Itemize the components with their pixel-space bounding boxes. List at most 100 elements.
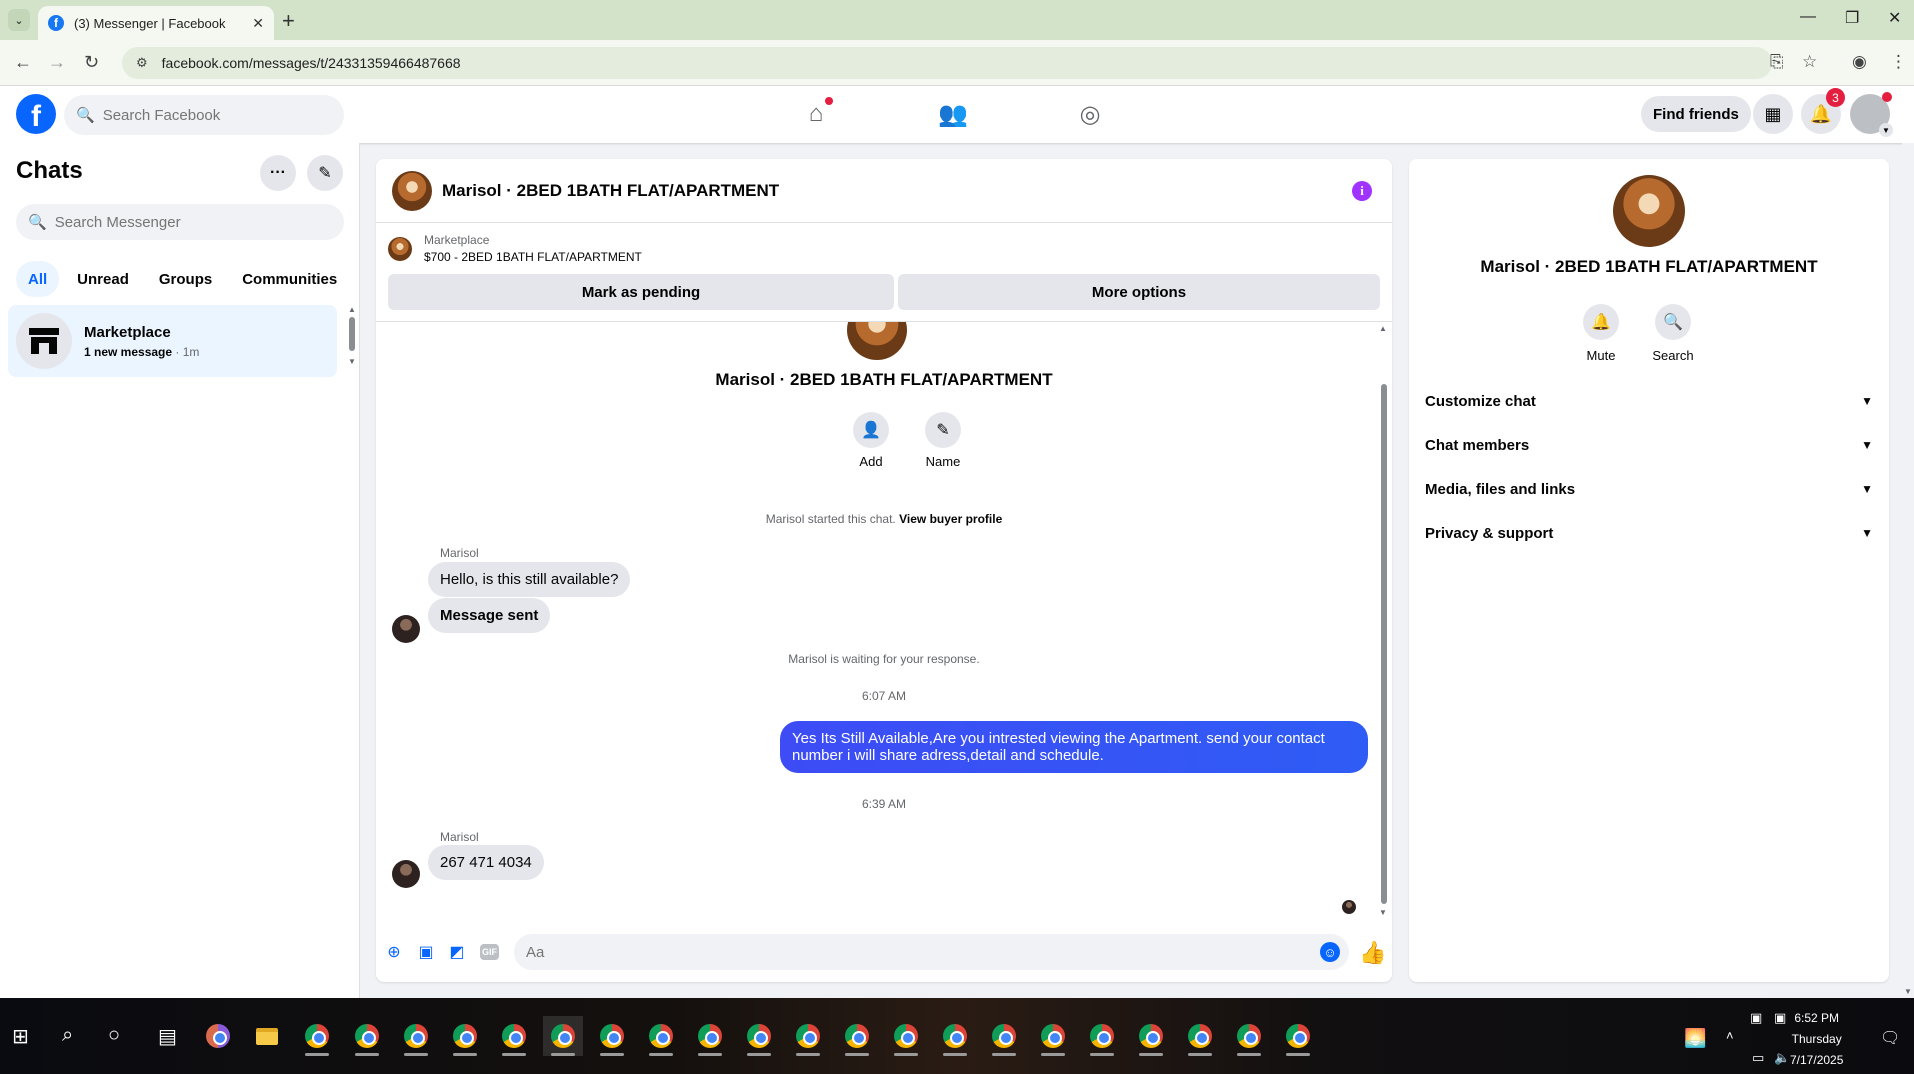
page-scrollbar[interactable]: ▼: [1902, 143, 1914, 998]
emoji-icon[interactable]: ☺: [1320, 942, 1340, 962]
back-icon[interactable]: ←: [14, 52, 32, 73]
chrome-icon[interactable]: [445, 1016, 485, 1056]
facebook-search-input[interactable]: [102, 106, 323, 124]
profile-icon[interactable]: ◉: [1852, 52, 1867, 72]
info-avatar[interactable]: [1613, 175, 1685, 247]
view-buyer-profile-link[interactable]: View buyer profile: [899, 512, 1002, 526]
notification-center-icon[interactable]: 🗨: [1880, 1028, 1900, 1048]
chrome-icon[interactable]: [1082, 1016, 1122, 1056]
chrome-icon[interactable]: [297, 1016, 337, 1056]
reload-icon[interactable]: ↻: [84, 52, 99, 73]
tray-app-icon[interactable]: ▣: [1774, 1010, 1786, 1026]
find-friends-button[interactable]: Find friends: [1641, 96, 1751, 132]
chevron-up-icon[interactable]: ˄: [1726, 1028, 1734, 1043]
media-files-links-section[interactable]: Media, files and links ▼: [1425, 467, 1873, 511]
chrome-icon[interactable]: [641, 1016, 681, 1056]
tray-app-icon[interactable]: ▣: [1750, 1010, 1762, 1026]
mark-as-pending-button[interactable]: Mark as pending: [388, 274, 894, 310]
chrome-icon[interactable]: [1229, 1016, 1269, 1056]
chrome-icon[interactable]: [1278, 1016, 1318, 1056]
message-scrollbar[interactable]: ▲ ▼: [1378, 322, 1390, 922]
gif-icon[interactable]: GIF: [480, 944, 499, 960]
window-close-icon[interactable]: ✕: [1888, 8, 1901, 28]
chrome-icon[interactable]: [494, 1016, 534, 1056]
sender-avatar[interactable]: [392, 615, 420, 643]
add-person-button[interactable]: 👤 Add: [841, 412, 901, 469]
messenger-search[interactable]: 🔍: [16, 204, 344, 240]
groups-icon[interactable]: ◎: [1073, 99, 1107, 129]
chrome-icon[interactable]: [543, 1016, 583, 1056]
filter-groups[interactable]: Groups: [147, 261, 224, 297]
compose-icon[interactable]: ✎: [307, 155, 343, 191]
message-input[interactable]: [514, 934, 1349, 970]
chrome-icon[interactable]: [1180, 1016, 1220, 1056]
search-conversation-button[interactable]: 🔍 Search: [1643, 304, 1703, 363]
conversation-title[interactable]: Marisol · 2BED 1BATH FLAT/APARTMENT: [442, 181, 779, 201]
account-avatar[interactable]: ▼: [1850, 92, 1893, 137]
browser-tab-active[interactable]: f (3) Messenger | Facebook ✕: [38, 6, 274, 40]
bookmark-star-icon[interactable]: ☆: [1802, 52, 1817, 72]
new-tab-button[interactable]: +: [282, 8, 295, 34]
friends-icon[interactable]: 👥: [936, 99, 970, 129]
marketplace-listing-bar[interactable]: Marketplace $700 - 2BED 1BATH FLAT/APART…: [388, 233, 642, 264]
mute-button[interactable]: 🔔 Mute: [1571, 304, 1631, 363]
restore-icon[interactable]: ❐: [1845, 8, 1859, 28]
install-app-icon[interactable]: ⎘: [1770, 52, 1784, 72]
volume-icon[interactable]: 🔈: [1774, 1050, 1790, 1066]
bell-icon[interactable]: 🔔 3: [1801, 88, 1845, 134]
windows-start-icon[interactable]: ⊞: [12, 1024, 29, 1049]
cortana-icon[interactable]: ○: [108, 1024, 120, 1047]
messenger-search-input[interactable]: [54, 213, 325, 231]
chat-item-marketplace[interactable]: Marketplace 1 new message · 1m: [8, 305, 337, 377]
url-field[interactable]: ⚙ facebook.com/messages/t/24331359466487…: [122, 47, 1772, 79]
network-icon[interactable]: ▭: [1752, 1050, 1764, 1066]
edit-name-button[interactable]: ✎ Name: [913, 412, 973, 469]
more-options-button[interactable]: More options: [898, 274, 1380, 310]
chat-list-scrollbar[interactable]: ▲ ▼: [347, 305, 357, 366]
tab-close-icon[interactable]: ✕: [252, 15, 264, 32]
tab-search-chevron-icon[interactable]: ⌄: [8, 9, 30, 31]
chat-members-section[interactable]: Chat members ▼: [1425, 423, 1873, 467]
photo-icon[interactable]: ▣: [416, 942, 436, 962]
sender-avatar[interactable]: [392, 860, 420, 888]
chrome-icon[interactable]: [592, 1016, 632, 1056]
chrome-icon[interactable]: [690, 1016, 730, 1056]
browser-menu-icon[interactable]: ⋮: [1890, 52, 1907, 72]
chrome-icon[interactable]: [837, 1016, 877, 1056]
search-icon[interactable]: ⌕: [62, 1024, 73, 1047]
site-info-icon[interactable]: ⚙: [136, 55, 148, 71]
chrome-icon[interactable]: [935, 1016, 975, 1056]
chrome-icon[interactable]: [984, 1016, 1024, 1056]
outgoing-message[interactable]: Yes Its Still Available,Are you intreste…: [780, 721, 1368, 773]
profile-avatar-large[interactable]: [847, 322, 907, 360]
chrome-icon[interactable]: [1131, 1016, 1171, 1056]
incoming-message[interactable]: Hello, is this still available?: [428, 562, 631, 597]
sticker-icon[interactable]: ◩: [447, 942, 467, 962]
facebook-search[interactable]: 🔍: [64, 95, 344, 135]
customize-chat-section[interactable]: Customize chat ▼: [1425, 379, 1873, 423]
minimize-icon[interactable]: —: [1800, 8, 1816, 26]
taskbar-app[interactable]: [198, 1016, 238, 1056]
incoming-message[interactable]: 267 471 4034: [428, 845, 544, 880]
privacy-support-section[interactable]: Privacy & support ▼: [1425, 511, 1873, 555]
grid-menu-icon[interactable]: ▦: [1753, 94, 1793, 134]
chrome-icon[interactable]: [347, 1016, 387, 1056]
info-icon[interactable]: i: [1352, 181, 1372, 201]
more-icon[interactable]: ···: [260, 155, 296, 191]
file-explorer-icon[interactable]: [247, 1016, 287, 1056]
chrome-icon[interactable]: [886, 1016, 926, 1056]
system-clock[interactable]: 6:52 PM Thursday 7/17/2025: [1790, 1008, 1843, 1071]
facebook-logo-icon[interactable]: f: [16, 94, 56, 134]
filter-unread[interactable]: Unread: [65, 261, 141, 297]
conversation-avatar[interactable]: [392, 170, 432, 211]
thumbs-up-icon[interactable]: 👍: [1359, 940, 1386, 966]
plus-icon[interactable]: ⊕: [384, 942, 404, 962]
chrome-icon[interactable]: [1033, 1016, 1073, 1056]
chrome-icon[interactable]: [739, 1016, 779, 1056]
incoming-message[interactable]: Message sent: [428, 598, 551, 633]
task-view-icon[interactable]: ▤: [158, 1024, 177, 1049]
filter-communities[interactable]: Communities: [230, 261, 349, 297]
chrome-icon[interactable]: [396, 1016, 436, 1056]
weather-icon[interactable]: 🌅: [1684, 1028, 1706, 1049]
chrome-icon[interactable]: [788, 1016, 828, 1056]
